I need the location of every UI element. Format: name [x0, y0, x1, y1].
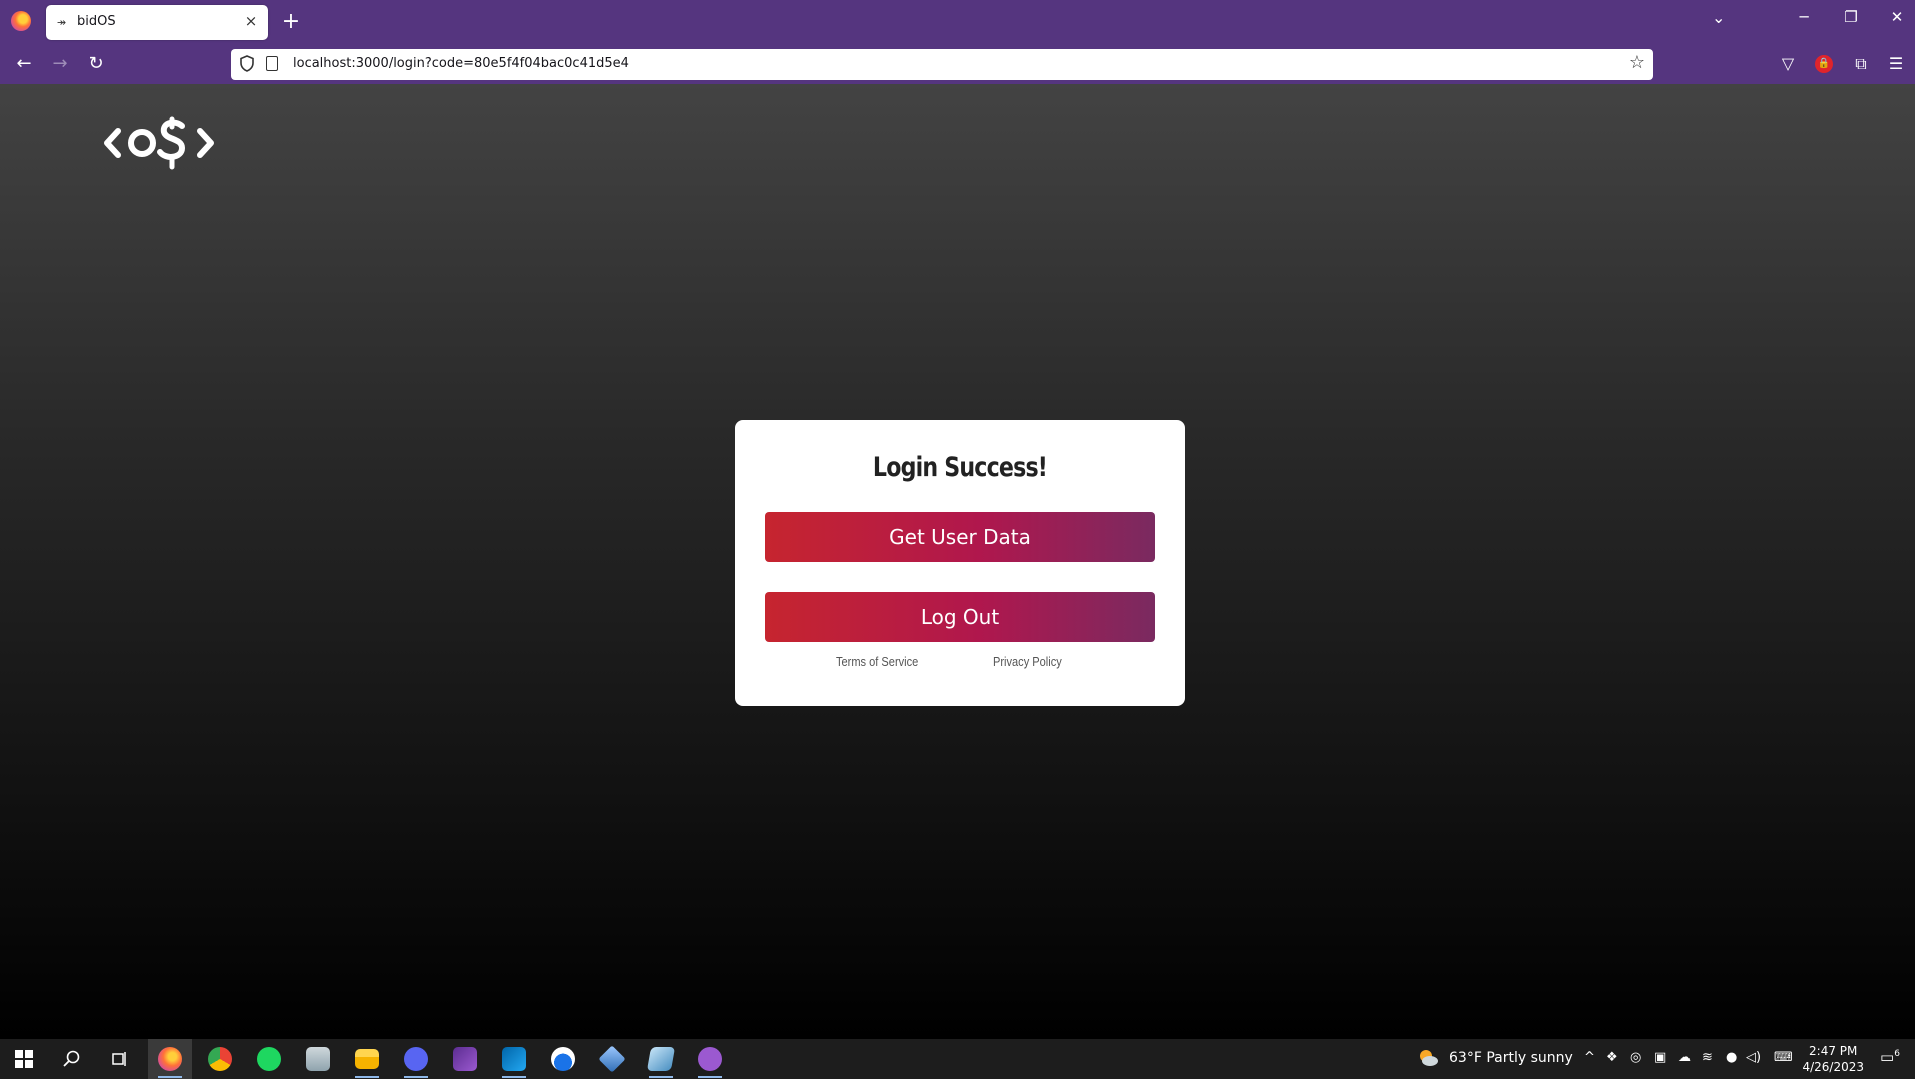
- log-out-button[interactable]: Log Out: [765, 592, 1155, 642]
- forward-icon[interactable]: →: [46, 50, 74, 78]
- bookmark-star-icon[interactable]: ☆: [1629, 52, 1645, 73]
- taskbar-clock[interactable]: 2:47 PM 4/26/2023: [1802, 1043, 1864, 1075]
- bidos-logo: [104, 116, 214, 170]
- wifi-icon[interactable]: ≋: [1702, 1050, 1713, 1065]
- app-icon[interactable]: [639, 1039, 683, 1079]
- meet-now-icon[interactable]: ▣: [1654, 1050, 1666, 1065]
- onedrive-icon[interactable]: ☁: [1678, 1050, 1691, 1065]
- virtualbox-icon[interactable]: [590, 1039, 634, 1079]
- app-icon[interactable]: [296, 1039, 340, 1079]
- extensions-icon[interactable]: ⧉: [1849, 52, 1873, 76]
- clock-date: 4/26/2023: [1802, 1060, 1864, 1074]
- page-info-icon[interactable]: [266, 56, 278, 71]
- tab-favicon-icon: ↠: [57, 16, 67, 29]
- minimize-icon[interactable]: ─: [1789, 8, 1819, 26]
- notification-count: 6: [1894, 1049, 1900, 1059]
- address-bar[interactable]: localhost:3000/login?code=80e5f4f04bac0c…: [231, 49, 1653, 80]
- dropbox-icon[interactable]: ❖: [1606, 1050, 1618, 1065]
- url-text[interactable]: localhost:3000/login?code=80e5f4f04bac0c…: [293, 56, 629, 71]
- page-title: Login Success!: [872, 452, 1048, 483]
- terms-of-service-link[interactable]: Terms of Service: [836, 654, 918, 669]
- login-success-card: Login Success! Get User Data Log Out Ter…: [735, 420, 1185, 706]
- pocket-icon[interactable]: ▽: [1776, 52, 1800, 76]
- chrome-icon[interactable]: [198, 1039, 242, 1079]
- search-icon[interactable]: [50, 1039, 94, 1079]
- reload-icon[interactable]: ↻: [82, 50, 110, 78]
- show-hidden-icons-icon[interactable]: ^: [1584, 1050, 1595, 1065]
- tab-bidos[interactable]: ↠ bidOS ×: [46, 5, 268, 40]
- windows-taskbar: 63°F Partly sunny ^ ❖ ◎ ▣ ☁ ≋ ● ◁) ⌨ 2:4…: [0, 1039, 1915, 1079]
- tab-close-icon[interactable]: ×: [242, 12, 260, 30]
- clock-time: 2:47 PM: [1809, 1044, 1858, 1058]
- tray-app-icon[interactable]: ◎: [1630, 1050, 1641, 1065]
- restore-icon[interactable]: ❐: [1836, 8, 1866, 26]
- windows-start-icon[interactable]: [2, 1039, 46, 1079]
- get-user-data-button[interactable]: Get User Data: [765, 512, 1155, 562]
- spotify-icon[interactable]: [247, 1039, 291, 1079]
- app-icon[interactable]: [541, 1039, 585, 1079]
- back-icon[interactable]: ←: [10, 50, 38, 78]
- tracking-protection-shield-icon[interactable]: [240, 55, 254, 72]
- task-view-icon[interactable]: [98, 1039, 142, 1079]
- browser-nav-bar: ← → ↻ localhost:3000/login?code=80e5f4f0…: [0, 44, 1915, 84]
- notification-center-icon[interactable]: ▭6: [1880, 1048, 1900, 1066]
- weather-icon[interactable]: [1417, 1047, 1439, 1073]
- browser-tab-bar: ↠ bidOS × + ⌄ ─ ❐ ✕: [0, 0, 1915, 44]
- close-window-icon[interactable]: ✕: [1882, 8, 1912, 26]
- tab-title: bidOS: [77, 14, 116, 29]
- discord-icon[interactable]: [394, 1039, 438, 1079]
- new-tab-button[interactable]: +: [280, 8, 302, 36]
- firefox-logo-icon[interactable]: [11, 11, 31, 31]
- microphone-icon[interactable]: ●: [1726, 1050, 1737, 1065]
- list-all-tabs-icon[interactable]: ⌄: [1712, 8, 1725, 27]
- vscode-icon[interactable]: [492, 1039, 536, 1079]
- volume-icon[interactable]: ◁): [1746, 1050, 1761, 1065]
- github-desktop-icon[interactable]: [688, 1039, 732, 1079]
- privacy-policy-link[interactable]: Privacy Policy: [993, 654, 1062, 669]
- keyboard-icon[interactable]: ⌨: [1774, 1050, 1793, 1065]
- weather-text[interactable]: 63°F Partly sunny: [1449, 1050, 1573, 1066]
- visual-studio-icon[interactable]: [443, 1039, 487, 1079]
- hamburger-menu-icon[interactable]: ☰: [1884, 52, 1908, 76]
- firefox-icon[interactable]: [148, 1039, 192, 1079]
- page-content: Login Success! Get User Data Log Out Ter…: [0, 84, 1915, 1039]
- file-explorer-icon[interactable]: [345, 1039, 389, 1079]
- extension-lock-icon[interactable]: 🔒: [1815, 55, 1833, 73]
